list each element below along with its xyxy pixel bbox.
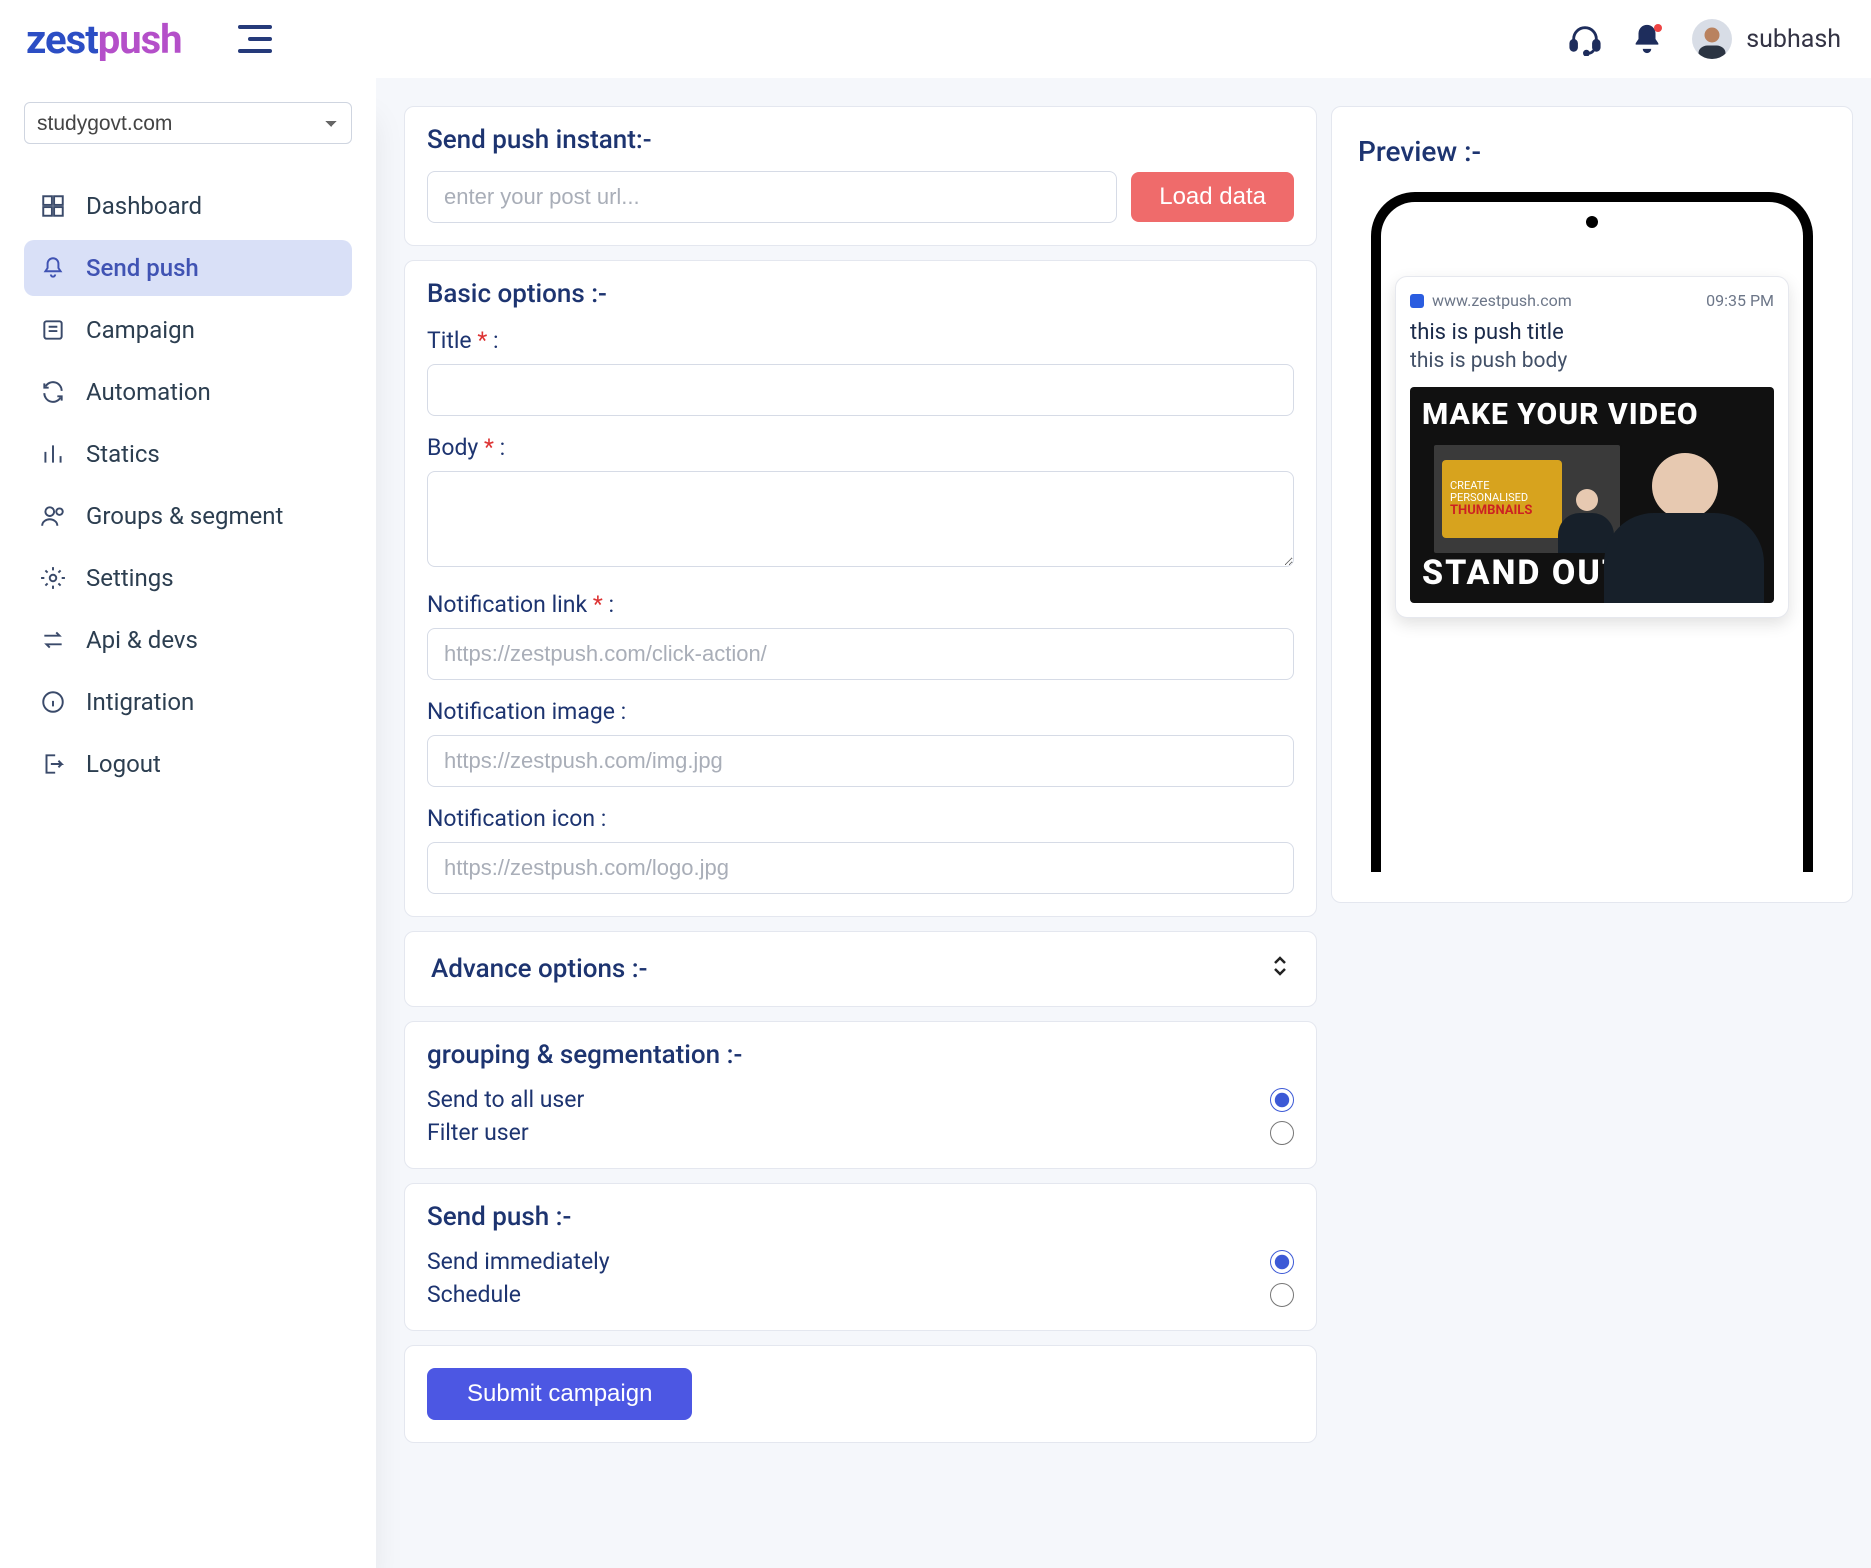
radio-filter-users[interactable] bbox=[1270, 1121, 1294, 1145]
refresh-icon bbox=[40, 379, 66, 405]
card-basic-options: Basic options :- Title * : Body * : Noti… bbox=[404, 260, 1317, 917]
section-title: Send push instant:- bbox=[427, 125, 1294, 155]
sidebar-item-label: Api & devs bbox=[86, 626, 198, 654]
image-inset: CREATE PERSONALISED THUMBNAILS bbox=[1432, 443, 1622, 555]
body-textarea[interactable] bbox=[427, 471, 1294, 567]
sidebar-item-label: Campaign bbox=[86, 316, 195, 344]
icon-label: Notification icon : bbox=[427, 805, 1294, 832]
preview-push-body: this is push body bbox=[1410, 349, 1774, 373]
card-send-instant: Send push instant:- Load data bbox=[404, 106, 1317, 246]
notification-preview: www.zestpush.com 09:35 PM this is push t… bbox=[1395, 276, 1789, 618]
sidebar-item-label: Settings bbox=[86, 564, 174, 592]
phone-camera-icon bbox=[1586, 216, 1598, 228]
card-send-push: Send push :- Send immediately Schedule bbox=[404, 1183, 1317, 1331]
menu-toggle-icon[interactable] bbox=[238, 25, 272, 53]
sidebar-item-api[interactable]: Api & devs bbox=[24, 612, 352, 668]
phone-mockup: www.zestpush.com 09:35 PM this is push t… bbox=[1371, 192, 1813, 872]
preview-title: Preview :- bbox=[1358, 135, 1826, 168]
submit-campaign-button[interactable]: Submit campaign bbox=[427, 1368, 692, 1420]
sidebar-item-integration[interactable]: Intigration bbox=[24, 674, 352, 730]
support-headset-icon[interactable] bbox=[1568, 22, 1602, 56]
image-person bbox=[1604, 433, 1764, 603]
sidebar-item-send-push[interactable]: Send push bbox=[24, 240, 352, 296]
link-input[interactable] bbox=[427, 628, 1294, 680]
title-input[interactable] bbox=[427, 364, 1294, 416]
notifications-bell-icon[interactable] bbox=[1630, 22, 1664, 56]
icon-input[interactable] bbox=[427, 842, 1294, 894]
sidebar-item-label: Logout bbox=[86, 750, 161, 778]
gear-icon bbox=[40, 565, 66, 591]
section-title: Advance options :- bbox=[431, 954, 647, 984]
user-menu[interactable]: subhash bbox=[1692, 19, 1841, 59]
load-data-button[interactable]: Load data bbox=[1131, 172, 1294, 222]
title-label: Title * : bbox=[427, 327, 1294, 354]
sidebar-item-label: Statics bbox=[86, 440, 160, 468]
username: subhash bbox=[1746, 25, 1841, 54]
grid-icon bbox=[40, 193, 66, 219]
preview-push-title: this is push title bbox=[1410, 320, 1774, 345]
info-icon bbox=[40, 689, 66, 715]
preview-image: MAKE YOUR VIDEO CREATE PERSONALISED THUM… bbox=[1410, 387, 1774, 603]
section-title: Send push :- bbox=[427, 1202, 1294, 1232]
bar-chart-icon bbox=[40, 441, 66, 467]
logo-post: push bbox=[98, 16, 182, 63]
sidebar-item-settings[interactable]: Settings bbox=[24, 550, 352, 606]
card-preview: Preview :- www.zestpush.com 09:35 PM thi… bbox=[1331, 106, 1853, 903]
preview-time: 09:35 PM bbox=[1706, 291, 1774, 310]
section-title: grouping & segmentation :- bbox=[427, 1040, 1294, 1070]
sidebar-item-automation[interactable]: Automation bbox=[24, 364, 352, 420]
radio-label: Filter user bbox=[427, 1119, 529, 1146]
image-badge: CREATE PERSONALISED THUMBNAILS bbox=[1442, 460, 1562, 538]
logo: zestpush bbox=[26, 16, 182, 63]
bell-icon bbox=[40, 255, 66, 281]
sidebar-item-label: Intigration bbox=[86, 688, 194, 716]
radio-label: Send immediately bbox=[427, 1248, 610, 1275]
sidebar-item-campaign[interactable]: Campaign bbox=[24, 302, 352, 358]
radio-label: Schedule bbox=[427, 1281, 521, 1308]
post-url-input[interactable] bbox=[427, 171, 1117, 223]
card-submit: Submit campaign bbox=[404, 1345, 1317, 1443]
note-icon bbox=[40, 317, 66, 343]
radio-label: Send to all user bbox=[427, 1086, 584, 1113]
sidebar-item-label: Automation bbox=[86, 378, 211, 406]
section-title: Basic options :- bbox=[427, 279, 1294, 309]
site-dot-icon bbox=[1410, 294, 1424, 308]
avatar bbox=[1692, 19, 1732, 59]
users-icon bbox=[40, 503, 66, 529]
link-label: Notification link * : bbox=[427, 591, 1294, 618]
radio-schedule[interactable] bbox=[1270, 1283, 1294, 1307]
sidebar-item-label: Send push bbox=[86, 254, 199, 282]
logout-icon bbox=[40, 751, 66, 777]
sidebar-item-logout[interactable]: Logout bbox=[24, 736, 352, 792]
image-input[interactable] bbox=[427, 735, 1294, 787]
image-text-top: MAKE YOUR VIDEO bbox=[1422, 397, 1762, 432]
sidebar-item-statics[interactable]: Statics bbox=[24, 426, 352, 482]
site-select[interactable]: studygovt.com bbox=[24, 102, 352, 144]
expand-icon bbox=[1270, 954, 1290, 984]
card-advance-options[interactable]: Advance options :- bbox=[404, 931, 1317, 1007]
radio-all-users[interactable] bbox=[1270, 1088, 1294, 1112]
sidebar-item-label: Dashboard bbox=[86, 192, 202, 220]
radio-send-immediately[interactable] bbox=[1270, 1250, 1294, 1274]
swap-icon bbox=[40, 627, 66, 653]
image-label: Notification image : bbox=[427, 698, 1294, 725]
preview-site: www.zestpush.com bbox=[1410, 291, 1572, 310]
card-grouping: grouping & segmentation :- Send to all u… bbox=[404, 1021, 1317, 1169]
body-label: Body * : bbox=[427, 434, 1294, 461]
sidebar-item-dashboard[interactable]: Dashboard bbox=[24, 178, 352, 234]
logo-pre: zest bbox=[26, 16, 98, 63]
sidebar-item-groups[interactable]: Groups & segment bbox=[24, 488, 352, 544]
sidebar-item-label: Groups & segment bbox=[86, 502, 283, 530]
